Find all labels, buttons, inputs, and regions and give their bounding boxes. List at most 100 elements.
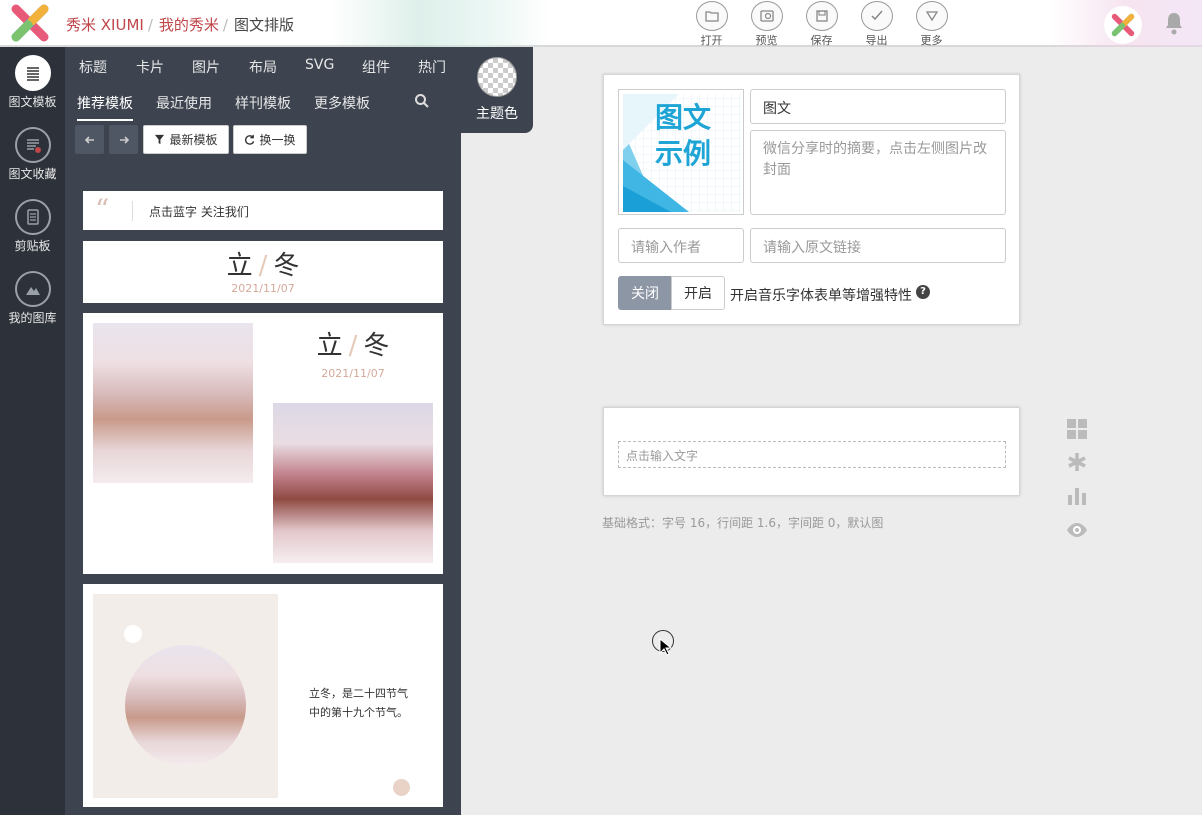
subtab-magazine[interactable]: 样刊模板 [235, 93, 291, 113]
divider [132, 201, 133, 221]
latest-templates-button[interactable]: 最新模板 [143, 125, 229, 154]
save-button[interactable]: 保存 [794, 1, 849, 48]
tab-layout[interactable]: 布局 [249, 57, 277, 77]
tab-card[interactable]: 卡片 [136, 57, 164, 77]
summary-input[interactable]: 微信分享时的摘要，点击左侧图片改封面 [750, 130, 1006, 215]
tab-component[interactable]: 组件 [362, 57, 390, 77]
breadcrumb-site[interactable]: 秀米 XIUMI [66, 16, 144, 34]
save-label: 保存 [810, 34, 833, 47]
theme-label: 主题色 [476, 106, 518, 122]
open-label: 打开 [700, 34, 723, 47]
rail-label: 我的图库 [8, 311, 57, 325]
next-button[interactable] [109, 125, 138, 154]
open-button[interactable]: 打开 [684, 1, 739, 48]
subtabs: 推荐模板 最近使用 样刊模板 更多模板 [65, 87, 461, 121]
subtab-recent[interactable]: 最近使用 [156, 93, 212, 113]
title-date: 2021/11/07 [231, 282, 295, 295]
tab-title[interactable]: 标题 [79, 57, 107, 77]
filter-icon [155, 134, 165, 145]
bar-chart-icon[interactable] [1066, 485, 1088, 507]
decor-wash [330, 0, 550, 47]
arrow-right-icon [119, 135, 129, 144]
search-icon[interactable] [414, 93, 430, 109]
rail-item-gallery[interactable]: 我的图库 [0, 271, 65, 326]
photo-date: 2021/11/07 [321, 367, 385, 380]
save-icon [815, 10, 828, 22]
more-button[interactable]: 更多 [904, 1, 959, 48]
decor-dot [393, 779, 410, 796]
circle-photo [125, 645, 246, 766]
toggle-description: 开启音乐字体表单等增强特性 [730, 288, 912, 304]
asterisk-icon[interactable] [1066, 451, 1088, 473]
latest-label: 最新模板 [169, 133, 218, 147]
top-bar: 秀米 XIUMI / 我的秀米 / 图文排版 打开 预览 保存 导出 更多 [0, 0, 1202, 47]
preview-button[interactable]: 预览 [739, 1, 794, 48]
arrow-left-icon [84, 135, 94, 144]
subtab-more[interactable]: 更多模板 [314, 93, 370, 113]
title-input[interactable]: 图文 [750, 89, 1006, 124]
title-slash: / [348, 331, 358, 361]
rail-label: 图文模板 [8, 95, 57, 109]
rail-item-clipboard[interactable]: 剪贴板 [0, 199, 65, 254]
breadcrumb: 秀米 XIUMI / 我的秀米 / 图文排版 [66, 14, 294, 35]
photo-frame [93, 594, 278, 798]
author-input[interactable]: 请输入作者 [618, 228, 744, 263]
mouse-cursor-icon [659, 638, 673, 656]
toggle-on-button[interactable]: 开启 [671, 276, 725, 310]
title-row: 立 / 冬 [83, 245, 443, 282]
eye-icon[interactable] [1066, 519, 1088, 541]
breadcrumb-separator: / [147, 16, 153, 34]
swap-button[interactable]: 换一换 [233, 125, 307, 154]
winter-photo [93, 323, 253, 483]
folder-icon [704, 11, 719, 22]
intro-text: 立冬，是二十四节气中的第十九个节气。 [309, 687, 408, 719]
tab-hot[interactable]: 热门 [418, 57, 446, 77]
category-tabs: 标题 卡片 图片 布局 SVG 组件 热门 [65, 47, 461, 83]
rail-label: 图文收藏 [8, 167, 57, 181]
left-rail: 图文模板 图文收藏 剪贴板 我的图库 [0, 47, 65, 815]
grid-icon[interactable] [1066, 418, 1088, 440]
title-char: 立 [316, 331, 343, 361]
prev-button[interactable] [75, 125, 104, 154]
rail-item-templates[interactable]: 图文模板 [0, 55, 65, 110]
decor-dot [124, 625, 142, 643]
theme-color-button[interactable]: 主题色 [461, 47, 533, 133]
title-row: 立 / 冬 [273, 325, 433, 362]
export-button[interactable]: 导出 [849, 1, 904, 48]
template-icon [26, 67, 39, 81]
triangle-down-icon [925, 11, 938, 22]
xiumi-logo-icon[interactable] [10, 3, 50, 43]
preview-icon [759, 10, 774, 22]
help-icon[interactable]: ? [916, 285, 930, 299]
bell-icon[interactable] [1163, 11, 1185, 35]
check-icon [870, 10, 883, 21]
article-settings-card: 图文 示例 图文 微信分享时的摘要，点击左侧图片改封面 请输入作者 请输入原文链接… [603, 74, 1020, 325]
rail-label: 剪贴板 [14, 239, 51, 253]
link-input[interactable]: 请输入原文链接 [750, 228, 1006, 263]
tab-svg[interactable]: SVG [305, 57, 334, 73]
rail-item-favorites[interactable]: 图文收藏 [0, 127, 65, 182]
gallery-icon [25, 287, 40, 295]
template-card-intro[interactable]: 立冬，是二十四节气中的第十九个节气。 [83, 584, 443, 807]
template-card-quote[interactable]: “ 点击蓝字 关注我们 [83, 191, 443, 230]
cover-text-line: 示例 [655, 137, 712, 170]
title-char: 冬 [273, 251, 300, 281]
preview-label: 预览 [755, 34, 778, 47]
template-panel: 标题 卡片 图片 布局 SVG 组件 热门 推荐模板 最近使用 样刊模板 更多模… [65, 47, 461, 815]
cover-text-line: 图文 [655, 101, 712, 134]
breadcrumb-mine[interactable]: 我的秀米 [159, 16, 219, 34]
cover-text: 图文 示例 [655, 100, 743, 172]
subtab-recommended[interactable]: 推荐模板 [77, 93, 133, 121]
toggle-off-button[interactable]: 关闭 [618, 276, 672, 310]
user-avatar[interactable] [1104, 6, 1142, 44]
refresh-icon [245, 134, 255, 145]
clipboard-icon [26, 209, 39, 225]
template-card-photos[interactable]: 立 / 冬 2021/11/07 [83, 313, 443, 574]
export-label: 导出 [865, 34, 888, 47]
breadcrumb-current: 图文排版 [233, 16, 294, 34]
text-input-area[interactable]: 点击输入文字 [618, 441, 1006, 468]
template-card-title[interactable]: 立 / 冬 2021/11/07 [83, 241, 443, 303]
tab-image[interactable]: 图片 [192, 57, 220, 77]
toolbar: 打开 预览 保存 导出 更多 [684, 1, 959, 48]
cover-image[interactable]: 图文 示例 [618, 89, 744, 215]
